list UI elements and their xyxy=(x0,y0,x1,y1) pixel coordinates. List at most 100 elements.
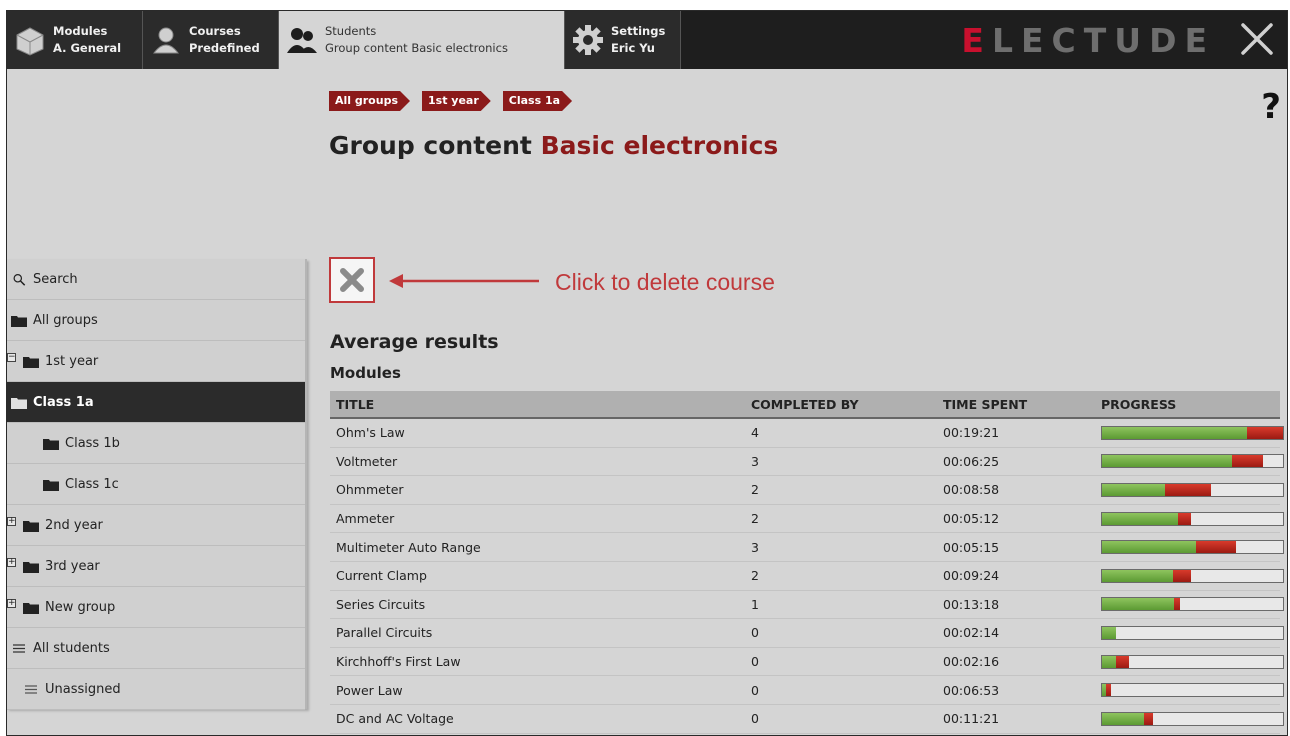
sidebar-item-all-groups[interactable]: All groups xyxy=(7,300,305,341)
sidebar-item-new-group[interactable]: + New group xyxy=(7,587,305,628)
progress-failed xyxy=(1165,483,1211,496)
tab-courses-subtitle: Predefined xyxy=(189,41,260,55)
time-spent: 00:02:16 xyxy=(943,654,1000,670)
progress-completed xyxy=(1102,483,1166,496)
expand-icon[interactable]: + xyxy=(7,599,16,608)
tab-students[interactable]: Students Group content Basic electronics xyxy=(279,11,565,69)
folder-icon xyxy=(43,438,59,450)
sidebar-item-unassigned[interactable]: Unassigned xyxy=(7,669,305,710)
time-spent: 00:19:21 xyxy=(943,425,1000,441)
sidebar-item-all-students[interactable]: All students xyxy=(7,628,305,669)
progress-failed xyxy=(1246,426,1283,439)
folder-icon xyxy=(23,561,39,573)
time-spent: 00:05:12 xyxy=(943,511,1000,527)
electude-logo: ELECTUDE xyxy=(961,21,1215,60)
time-spent: 00:06:53 xyxy=(943,682,1000,698)
progress-failed xyxy=(1105,684,1112,697)
sidebar-item-3rd-year[interactable]: + 3rd year xyxy=(7,546,305,587)
breadcrumb-class-1a[interactable]: Class 1a xyxy=(503,91,572,111)
delete-course-button[interactable] xyxy=(329,257,375,303)
courses-icon xyxy=(152,27,180,54)
column-title[interactable]: TITLE xyxy=(330,397,745,412)
folder-icon xyxy=(23,602,39,614)
tab-modules-title: Modules xyxy=(53,24,108,38)
results-table: TITLE COMPLETED BY TIME SPENT PROGRESS O… xyxy=(330,391,1284,734)
tab-modules[interactable]: Modules A. General xyxy=(7,11,143,69)
annotation-arrow xyxy=(389,274,539,288)
module-title: Ohm's Law xyxy=(336,425,405,441)
page-title: Group content Basic electronics xyxy=(329,131,779,160)
close-icon[interactable] xyxy=(1235,17,1279,61)
table-row[interactable]: Voltmeter 3 00:06:25 xyxy=(330,448,1284,477)
breadcrumb: All groups 1st year Class 1a xyxy=(329,91,580,111)
tab-courses[interactable]: Courses Predefined xyxy=(143,11,279,69)
completed-by: 1 xyxy=(751,596,759,612)
list-icon xyxy=(13,643,25,653)
breadcrumb-1st-year[interactable]: 1st year xyxy=(422,91,491,111)
completed-by: 0 xyxy=(751,654,759,670)
breadcrumb-all-groups[interactable]: All groups xyxy=(329,91,410,111)
tab-courses-title: Courses xyxy=(189,24,241,38)
module-title: Parallel Circuits xyxy=(336,625,433,641)
sidebar-item-class-1b[interactable]: Class 1b xyxy=(7,423,305,464)
collapse-icon[interactable]: − xyxy=(7,353,16,362)
module-title: Kirchhoff's First Law xyxy=(336,654,461,670)
table-row[interactable]: Kirchhoff's First Law 0 00:02:16 xyxy=(330,648,1284,677)
progress-completed xyxy=(1102,541,1197,554)
progress-bar xyxy=(1101,482,1284,497)
table-row[interactable]: Parallel Circuits 0 00:02:14 xyxy=(330,619,1284,648)
module-title: Ohmmeter xyxy=(336,482,404,498)
table-row[interactable]: Ohmmeter 2 00:08:58 xyxy=(330,476,1284,505)
progress-completed xyxy=(1102,712,1144,725)
module-title: Series Circuits xyxy=(336,596,426,612)
modules-icon xyxy=(16,27,44,56)
table-row[interactable]: Current Clamp 2 00:09:24 xyxy=(330,562,1284,591)
column-time-spent[interactable]: TIME SPENT xyxy=(937,397,1095,412)
expand-icon[interactable]: + xyxy=(7,558,16,567)
students-icon xyxy=(287,28,317,53)
table-row[interactable]: Ammeter 2 00:05:12 xyxy=(330,505,1284,534)
module-title: Ammeter xyxy=(336,511,395,527)
sidebar-search[interactable]: Search xyxy=(7,259,305,300)
progress-failed xyxy=(1172,569,1191,582)
sidebar-item-2nd-year[interactable]: + 2nd year xyxy=(7,505,305,546)
progress-bar xyxy=(1101,654,1284,669)
table-row[interactable]: Series Circuits 1 00:13:18 xyxy=(330,591,1284,620)
tab-settings-subtitle: Eric Yu xyxy=(611,41,655,55)
completed-by: 4 xyxy=(751,425,759,441)
tab-settings[interactable]: Settings Eric Yu xyxy=(565,11,681,69)
expand-icon[interactable]: + xyxy=(7,517,16,526)
app-window: Modules A. General Courses Predefined St… xyxy=(6,10,1288,736)
progress-bar xyxy=(1101,625,1284,640)
progress-bar xyxy=(1101,511,1284,526)
table-body: Ohm's Law 4 00:19:21 Voltmeter 3 00:06:25 Ohmm… xyxy=(330,419,1284,734)
group-sidebar: Search All groups − 1st year Class 1a Cl… xyxy=(7,259,307,710)
column-completed-by[interactable]: COMPLETED BY xyxy=(745,397,937,412)
progress-failed xyxy=(1232,455,1264,468)
sidebar-item-class-1a[interactable]: Class 1a xyxy=(7,382,305,423)
table-row[interactable]: DC and AC Voltage 0 00:11:21 xyxy=(330,705,1284,734)
progress-completed xyxy=(1102,569,1173,582)
table-row[interactable]: Power Law 0 00:06:53 xyxy=(330,676,1284,705)
progress-completed xyxy=(1102,655,1117,668)
completed-by: 2 xyxy=(751,482,759,498)
table-row[interactable]: Multimeter Auto Range 3 00:05:15 xyxy=(330,533,1284,562)
help-button[interactable]: ? xyxy=(1261,87,1281,127)
progress-bar xyxy=(1101,683,1284,698)
table-row[interactable]: Ohm's Law 4 00:19:21 xyxy=(330,419,1284,448)
folder-icon xyxy=(11,315,27,327)
completed-by: 2 xyxy=(751,568,759,584)
results-heading: Average results xyxy=(330,331,499,353)
tab-modules-subtitle: A. General xyxy=(53,41,122,55)
progress-bar xyxy=(1101,454,1284,469)
progress-failed xyxy=(1143,712,1153,725)
module-title: Power Law xyxy=(336,682,403,698)
progress-bar xyxy=(1101,540,1284,555)
completed-by: 3 xyxy=(751,539,759,555)
table-header: TITLE COMPLETED BY TIME SPENT PROGRESS xyxy=(330,391,1280,419)
time-spent: 00:11:21 xyxy=(943,711,1000,727)
progress-failed xyxy=(1174,598,1180,611)
sidebar-item-class-1c[interactable]: Class 1c xyxy=(7,464,305,505)
sidebar-item-1st-year[interactable]: − 1st year xyxy=(7,341,305,382)
column-progress[interactable]: PROGRESS xyxy=(1095,397,1280,412)
